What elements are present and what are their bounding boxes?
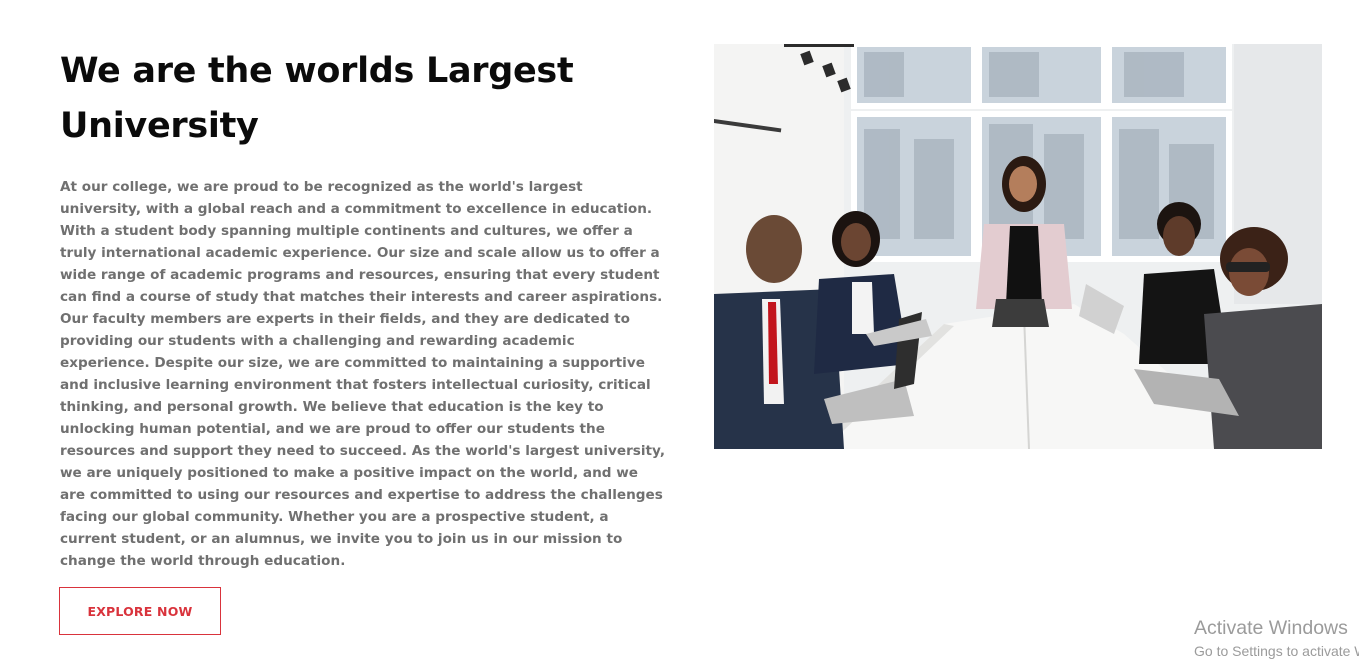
- team-meeting-photo: [714, 44, 1322, 449]
- watermark-subtitle: Go to Settings to activate Windows.: [1194, 643, 1359, 659]
- watermark-title: Activate Windows: [1194, 617, 1348, 639]
- activate-windows-watermark: Activate Windows Go to Settings to activ…: [1194, 616, 1359, 661]
- about-section: We are the worlds Largest University At …: [0, 0, 1359, 661]
- about-content: We are the worlds Largest University At …: [60, 44, 670, 572]
- explore-now-button[interactable]: EXPLORE NOW: [59, 587, 221, 635]
- section-title: We are the worlds Largest University: [60, 51, 574, 146]
- section-description: At our college, we are proud to be recog…: [60, 179, 666, 569]
